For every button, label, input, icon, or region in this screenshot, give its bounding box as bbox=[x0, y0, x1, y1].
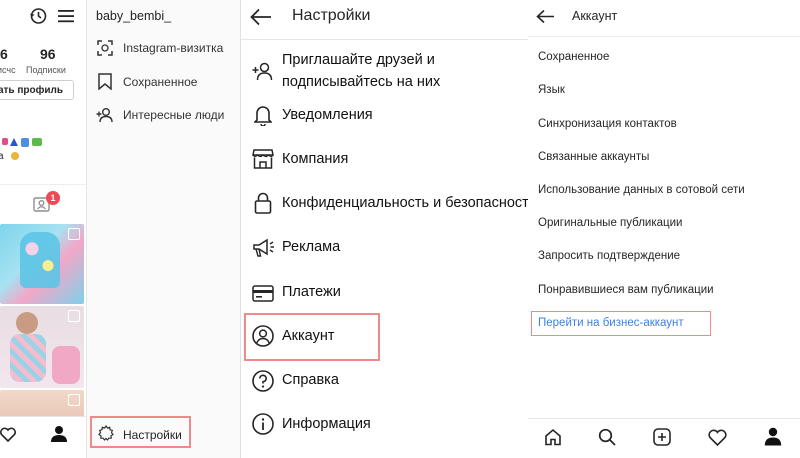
settings-screen: Настройки Приглашайте друзей и подписыва… bbox=[240, 0, 529, 458]
back-arrow-icon[interactable] bbox=[250, 8, 272, 26]
multi-photo-icon bbox=[68, 228, 80, 240]
jacket-image bbox=[20, 232, 60, 288]
baby-outfit-image bbox=[10, 334, 46, 382]
menu-icon[interactable] bbox=[58, 8, 74, 24]
help-icon bbox=[252, 370, 274, 392]
account-title: Аккаунт bbox=[572, 9, 618, 23]
settings-item-help[interactable]: Справка bbox=[282, 372, 339, 388]
multi-photo-icon bbox=[68, 310, 80, 322]
drawer-item-label[interactable]: Сохраненное bbox=[123, 75, 197, 89]
drawer-item-label[interactable]: Instagram-визитка bbox=[123, 41, 223, 55]
qr-scan-icon bbox=[97, 40, 113, 56]
settings-item-ads[interactable]: Реклама bbox=[282, 239, 340, 255]
dress-emoji bbox=[2, 138, 8, 145]
history-icon[interactable] bbox=[29, 7, 47, 25]
account-item-language[interactable]: Язык bbox=[538, 84, 565, 96]
notification-badge: 1 bbox=[46, 191, 60, 205]
jeans-emoji bbox=[21, 138, 29, 147]
account-item-original-posts[interactable]: Оригинальные публикации bbox=[538, 217, 682, 229]
post-thumbnail[interactable] bbox=[0, 306, 84, 388]
following-count: 96 bbox=[40, 46, 56, 62]
posts-label: исчс bbox=[0, 65, 16, 75]
settings-item-privacy[interactable]: Конфиденциальность и безопасност bbox=[282, 195, 528, 211]
switch-to-business-link[interactable]: Перейти на бизнес-аккаунт bbox=[538, 317, 684, 329]
lock-icon bbox=[254, 192, 272, 214]
settings-item-info[interactable]: Информация bbox=[282, 416, 371, 432]
new-post-icon[interactable] bbox=[653, 428, 671, 446]
header-divider bbox=[241, 39, 528, 40]
money-bag-emoji bbox=[11, 152, 19, 160]
megaphone-icon bbox=[253, 238, 274, 257]
heart-icon[interactable] bbox=[708, 429, 727, 446]
tshirt-emoji bbox=[32, 138, 42, 146]
heart-icon[interactable] bbox=[0, 427, 16, 442]
settings-item-company[interactable]: Компания bbox=[282, 151, 348, 167]
account-item-contacts-sync[interactable]: Синхронизация контактов bbox=[538, 118, 677, 130]
following-label: Подписки bbox=[26, 65, 66, 75]
add-person-icon bbox=[96, 108, 113, 123]
account-item-liked-posts[interactable]: Понравившиеся вам публикации bbox=[538, 284, 714, 296]
settings-title: Настройки bbox=[292, 7, 371, 24]
account-icon bbox=[252, 325, 274, 347]
add-person-icon bbox=[252, 62, 273, 81]
settings-item-account[interactable]: Аккаунт bbox=[282, 328, 334, 344]
drawer-item-label[interactable]: Интересные люди bbox=[123, 108, 224, 122]
edit-profile-button[interactable]: ать профиль bbox=[0, 80, 74, 100]
profile-icon[interactable] bbox=[764, 427, 782, 446]
baby-face-image bbox=[16, 312, 38, 334]
account-screen: Аккаунт Сохраненное Язык Синхронизация к… bbox=[528, 0, 800, 458]
info-icon bbox=[252, 413, 274, 435]
side-drawer: baby_bembi_ Instagram-визитка Сохраненно… bbox=[87, 0, 240, 458]
card-icon bbox=[252, 285, 274, 302]
dress-emoji bbox=[10, 138, 18, 146]
drawer-username: baby_bembi_ bbox=[96, 9, 172, 23]
profile-panel: 6 исчс 96 Подписки ать профиль а 1 bbox=[0, 0, 87, 458]
back-arrow-icon[interactable] bbox=[536, 9, 555, 24]
settings-gear-icon bbox=[98, 425, 114, 441]
shop-icon bbox=[252, 149, 274, 169]
post-thumbnail[interactable] bbox=[0, 224, 84, 304]
account-item-cellular-data[interactable]: Использование данных в сотовой сети bbox=[538, 184, 745, 196]
settings-link[interactable]: Настройки bbox=[123, 428, 182, 442]
account-item-saved[interactable]: Сохраненное bbox=[538, 51, 609, 63]
account-item-linked-accounts[interactable]: Связанные аккаунты bbox=[538, 151, 649, 163]
baby-outfit-image bbox=[52, 346, 80, 384]
profile-icon[interactable] bbox=[50, 425, 68, 443]
settings-item-invite[interactable]: подписывайтесь на них bbox=[282, 74, 440, 90]
search-icon[interactable] bbox=[598, 428, 616, 446]
home-icon[interactable] bbox=[544, 428, 562, 446]
header-divider bbox=[528, 36, 800, 37]
settings-item-invite[interactable]: Приглашайте друзей и bbox=[282, 52, 435, 68]
settings-item-payments[interactable]: Платежи bbox=[282, 284, 341, 300]
bio-text: а bbox=[0, 151, 4, 162]
bell-icon bbox=[254, 106, 272, 126]
bookmark-icon bbox=[98, 73, 112, 90]
posts-count: 6 bbox=[0, 46, 8, 62]
settings-item-notifications[interactable]: Уведомления bbox=[282, 107, 373, 123]
account-item-request-verification[interactable]: Запросить подтверждение bbox=[538, 250, 680, 262]
multi-photo-icon bbox=[68, 394, 80, 406]
